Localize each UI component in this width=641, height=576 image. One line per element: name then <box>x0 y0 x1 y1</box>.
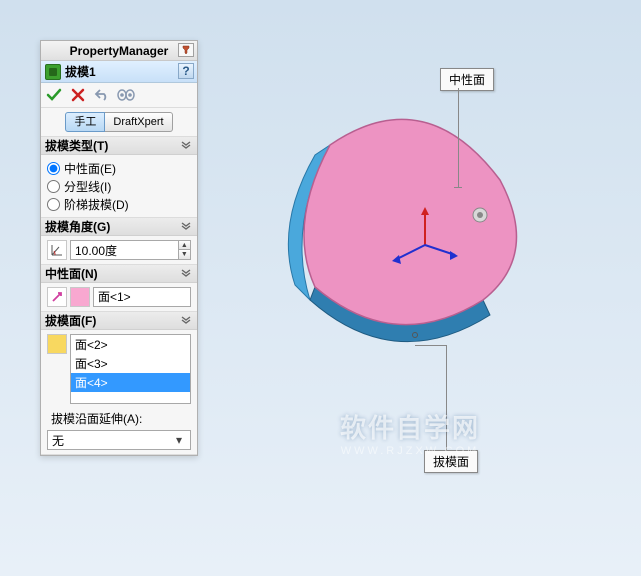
chevron-down-icon: ▾ <box>172 433 186 447</box>
draft-feature-icon <box>45 64 61 80</box>
draft-type-option-2[interactable]: 阶梯拔模(D) <box>47 195 191 213</box>
callout-draft: 拔模面 <box>424 450 478 473</box>
angle-icon <box>47 240 67 260</box>
list-item[interactable]: 面<3> <box>71 354 190 373</box>
section-header-type[interactable]: 拔模类型(T) <box>41 137 197 155</box>
list-item[interactable]: 面<4> <box>71 373 190 392</box>
mode-draftxpert-button[interactable]: DraftXpert <box>105 112 172 132</box>
list-item[interactable]: 面<2> <box>71 335 190 354</box>
neutral-plane-field[interactable]: 面<1> <box>93 287 191 307</box>
chevron-up-icon <box>179 139 193 153</box>
callout-neutral: 中性面 <box>440 68 494 91</box>
pushpin-button[interactable] <box>178 43 194 57</box>
property-manager-titlebar: PropertyManager <box>41 41 197 61</box>
feature-header: 拔模1 ? <box>41 61 197 83</box>
draft-face-swatch <box>47 334 67 354</box>
property-manager-panel: PropertyManager 拔模1 ? 手工 DraftXpert 拔模类型… <box>40 40 198 456</box>
chevron-up-icon <box>179 314 193 328</box>
neutral-plane-swatch <box>70 287 90 307</box>
help-button[interactable]: ? <box>178 63 194 79</box>
draft-faces-list[interactable]: 面<2>面<3>面<4> <box>70 334 191 404</box>
preview-button[interactable] <box>117 86 135 104</box>
cancel-button[interactable] <box>69 86 87 104</box>
section-header-neutral[interactable]: 中性面(N) <box>41 265 197 283</box>
draft-type-option-0[interactable]: 中性面(E) <box>47 159 191 177</box>
extend-label: 拔模沿面延伸(A): <box>51 410 191 427</box>
reverse-direction-button[interactable] <box>47 287 67 307</box>
radio-input[interactable] <box>47 162 60 175</box>
radio-input[interactable] <box>47 180 60 193</box>
angle-spin-up[interactable]: ▲ <box>178 241 190 250</box>
ok-button[interactable] <box>45 86 63 104</box>
draft-type-option-1[interactable]: 分型线(I) <box>47 177 191 195</box>
mode-manual-button[interactable]: 手工 <box>65 112 105 132</box>
model-3d[interactable] <box>265 95 545 375</box>
extend-select[interactable]: 无 ▾ <box>47 430 191 450</box>
property-manager-title: PropertyManager <box>70 44 169 58</box>
radio-input[interactable] <box>47 198 60 211</box>
angle-spin-down[interactable]: ▼ <box>178 250 190 259</box>
feature-name: 拔模1 <box>65 63 96 80</box>
chevron-up-icon <box>179 267 193 281</box>
draft-angle-input[interactable] <box>71 243 178 257</box>
section-header-angle[interactable]: 拔模角度(G) <box>41 218 197 236</box>
chevron-up-icon <box>179 220 193 234</box>
undo-button[interactable] <box>93 86 111 104</box>
section-header-faces[interactable]: 拔模面(F) <box>41 312 197 330</box>
